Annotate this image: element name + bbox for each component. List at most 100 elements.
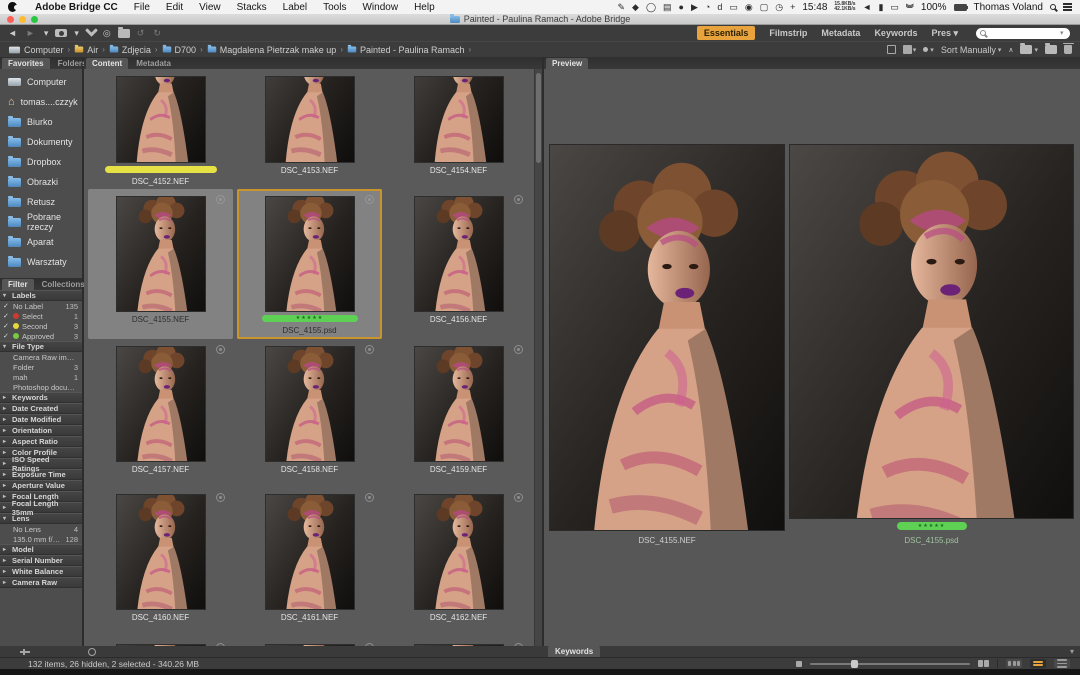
filter-row-camera-raw-image[interactable]: Camera Raw image xyxy=(0,352,82,362)
filter-settings-icon[interactable] xyxy=(20,651,30,653)
filter-group-focal-length-35mm[interactable]: ▸Focal Length 35mm xyxy=(0,502,82,513)
wifi-icon[interactable]: ))) xyxy=(905,3,914,11)
filter-group-labels[interactable]: ▾Labels xyxy=(0,290,82,301)
slider-handle[interactable] xyxy=(851,660,858,668)
workspace-tab-essentials[interactable]: Essentials xyxy=(697,26,756,40)
workspace-tab-keywords[interactable]: Keywords xyxy=(874,28,917,38)
filter-row-approved[interactable]: ✓Approved3 xyxy=(0,331,82,341)
clock-text[interactable]: 15:48 xyxy=(802,2,827,13)
filter-group-aperture-value[interactable]: ▸Aperture Value xyxy=(0,480,82,491)
display-icon[interactable]: ▭ xyxy=(890,2,899,12)
sort-direction-toggle[interactable]: ∧ xyxy=(1008,46,1013,54)
filter-row-no-lens[interactable]: No Lens4 xyxy=(0,524,82,534)
tab-filter[interactable]: Filter xyxy=(2,279,34,290)
battery-vertical-icon[interactable]: ▮ xyxy=(878,2,883,12)
output-folder-icon[interactable] xyxy=(118,29,130,38)
search-input[interactable] xyxy=(988,29,1058,38)
thumbnail-dsc-4160-nef[interactable]: DSC_4160.NEF xyxy=(88,487,233,637)
filter-group-keywords[interactable]: ▸Keywords xyxy=(0,392,82,403)
tab-preview[interactable]: Preview xyxy=(546,58,588,69)
thumbnail-image[interactable] xyxy=(117,495,205,609)
preview-image[interactable] xyxy=(790,145,1073,518)
clear-filter-icon[interactable] xyxy=(88,648,96,656)
thumbnail-image[interactable] xyxy=(117,77,205,162)
docker-icon[interactable]: d xyxy=(717,2,722,12)
thumbnail-quality-icon[interactable] xyxy=(887,45,896,54)
thumbnail-dsc-4159-nef[interactable]: DSC_4159.NEF xyxy=(386,339,531,487)
clock-icon[interactable]: ◷ xyxy=(775,2,783,12)
folder-share-icon[interactable]: ▤ xyxy=(663,2,672,12)
camera-app-icon[interactable]: ◉ xyxy=(745,2,753,12)
thumbnail-image[interactable] xyxy=(266,347,354,461)
tab-collections[interactable]: Collections xyxy=(36,279,91,290)
menu-stacks[interactable]: Stacks xyxy=(229,2,275,13)
menu-label[interactable]: Label xyxy=(275,2,315,13)
sort-control[interactable]: Sort Manually ▾ xyxy=(941,45,1002,55)
thumbnail-image[interactable] xyxy=(266,77,354,162)
sidebar-item-dokumenty[interactable]: Dokumenty xyxy=(0,132,82,152)
sidebar-item-aparat[interactable]: Aparat xyxy=(0,232,82,252)
sidebar-item-tomas-czzyk[interactable]: ⌂tomas....czzyk xyxy=(0,92,82,112)
preview-figure-dsc-4155-nef[interactable]: DSC_4155.NEF xyxy=(550,145,784,545)
new-folder-button[interactable] xyxy=(1045,45,1057,54)
filter-group-model[interactable]: ▸Model xyxy=(0,544,82,555)
filter-group-orientation[interactable]: ▸Orientation xyxy=(0,425,82,436)
search-scope-chevron-icon[interactable]: ▾ xyxy=(1060,29,1064,37)
filter-group-serial-number[interactable]: ▸Serial Number xyxy=(0,555,82,566)
thumbnail-dsc-4158-nef[interactable]: DSC_4158.NEF xyxy=(237,339,382,487)
workspace-tab-pres[interactable]: Pres ▾ xyxy=(931,28,958,39)
preview-figure-dsc-4155-psd[interactable]: ★★★★★DSC_4155.psd xyxy=(790,145,1073,545)
open-recent-folder-icon[interactable] xyxy=(1020,45,1032,54)
thumbnail-quality-hq-icon[interactable] xyxy=(903,45,912,54)
filter-row-photoshop-document[interactable]: Photoshop document xyxy=(0,382,82,392)
preview-image[interactable] xyxy=(550,145,784,530)
thumbnail-partial[interactable] xyxy=(88,637,233,646)
filter-group-iso-speed-ratings[interactable]: ▸ISO Speed Ratings xyxy=(0,458,82,469)
thumbnail-dsc-4152-nef[interactable]: DSC_4152.NEF xyxy=(88,69,233,189)
menu-adobe-bridge-cc[interactable]: Adobe Bridge CC xyxy=(27,2,126,13)
workspace-tab-filmstrip[interactable]: Filmstrip xyxy=(769,28,807,38)
list-view-button[interactable] xyxy=(1054,659,1070,668)
breadcrumb-item-d700[interactable]: D700 xyxy=(162,45,197,55)
rating-filter-chevron-icon[interactable]: ▾ xyxy=(930,46,934,54)
thumbnail-dsc-4155-psd[interactable]: ★★★★★DSC_4155.psd xyxy=(237,189,382,339)
forward-icon[interactable]: ► xyxy=(24,27,37,39)
filter-row-select[interactable]: ✓Select1 xyxy=(0,311,82,321)
display-mirror-icon[interactable]: ▢ xyxy=(760,2,769,12)
filter-group-camera-raw[interactable]: ▸Camera Raw xyxy=(0,577,82,588)
pen-tool-icon[interactable]: ✎ xyxy=(617,2,625,12)
sidebar-item-warsztaty[interactable]: Warsztaty xyxy=(0,252,82,272)
filter-row-no-label[interactable]: ✓No Label135 xyxy=(0,301,82,311)
menu-tools[interactable]: Tools xyxy=(315,2,354,13)
tab-metadata[interactable]: Metadata xyxy=(130,58,177,69)
thumbnail-dsc-4162-nef[interactable]: DSC_4162.NEF xyxy=(386,487,531,637)
notification-center-icon[interactable] xyxy=(1063,3,1072,10)
dot-app-icon[interactable]: ● xyxy=(679,2,684,12)
rating-filter-icon[interactable] xyxy=(923,47,928,52)
thumbnail-image[interactable] xyxy=(117,197,205,311)
menu-edit[interactable]: Edit xyxy=(158,2,191,13)
camera-import-dropdown-icon[interactable]: ▾ xyxy=(72,27,81,39)
user-menu[interactable]: Thomas Voland xyxy=(974,2,1044,13)
thumbnail-partial[interactable] xyxy=(237,637,382,646)
menu-file[interactable]: File xyxy=(126,2,158,13)
rotate-right-icon[interactable]: ↻ xyxy=(151,27,163,39)
thumbnail-image[interactable] xyxy=(415,347,503,461)
frame-icon[interactable]: ▭ xyxy=(729,2,738,12)
filter-group-aspect-ratio[interactable]: ▸Aspect Ratio xyxy=(0,436,82,447)
thumbnail-image[interactable] xyxy=(415,197,503,311)
spotlight-search-icon[interactable] xyxy=(1050,4,1056,10)
share-icon[interactable]: ▶ xyxy=(691,2,698,12)
thumbnail-dsc-4156-nef[interactable]: DSC_4156.NEF xyxy=(386,189,531,339)
breadcrumb-item-painted-paulina-ramach[interactable]: Painted - Paulina Ramach xyxy=(347,45,465,55)
delete-item-button[interactable] xyxy=(1064,45,1072,54)
rotate-left-icon[interactable]: ↺ xyxy=(135,27,147,39)
filter-group-file-type[interactable]: ▾File Type xyxy=(0,341,82,352)
tab-favorites[interactable]: Favorites xyxy=(2,58,50,69)
tab-content[interactable]: Content xyxy=(86,58,128,69)
breadcrumb-item-computer[interactable]: Computer xyxy=(8,45,64,55)
thumbnail-dsc-4154-nef[interactable]: DSC_4154.NEF xyxy=(386,69,531,189)
plus-icon[interactable]: + xyxy=(790,2,795,12)
camera-import-icon[interactable] xyxy=(55,29,67,37)
thumbnail-size-slider[interactable] xyxy=(810,663,970,665)
